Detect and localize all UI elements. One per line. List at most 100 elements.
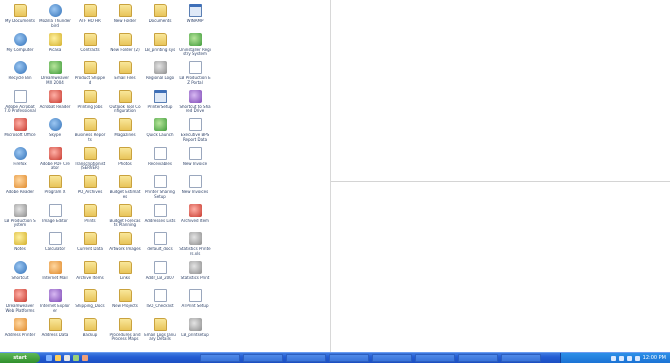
desktop-icon[interactable]: PrinterSetup	[144, 88, 176, 118]
desktop-icon[interactable]: ATPrint Setup	[179, 287, 211, 317]
desktop-icon[interactable]: Procedures and Process Maps	[109, 316, 141, 346]
desktop-icon[interactable]: Calculator	[39, 230, 71, 260]
desktop-panel: My Documents Mozilla Thunderbird ATF HO HR…	[0, 0, 331, 352]
desktop-icon[interactable]: Links	[109, 259, 141, 289]
tray-icon[interactable]	[618, 355, 624, 361]
desktop-icon[interactable]: Transcriptionist (SERVER)	[74, 145, 106, 175]
desktop-icon[interactable]: Printer Sharing Setup	[144, 173, 176, 203]
quick-launch-mail-icon[interactable]	[82, 355, 88, 361]
desktop-icon[interactable]: Acrobat Reader	[39, 88, 71, 118]
desktop-icon[interactable]: Magazines	[109, 116, 141, 146]
desktop-icon[interactable]: Address Data	[39, 316, 71, 346]
desktop-icon[interactable]: default_docs	[144, 230, 176, 260]
desktop-icon[interactable]: Regional Logo	[144, 59, 176, 89]
desktop-icon[interactable]: Shipping_Docs	[74, 287, 106, 317]
app-blue-icon	[48, 118, 62, 131]
desktop-icon[interactable]: Backup	[74, 316, 106, 346]
desktop-icon[interactable]: PO_Archives	[74, 173, 106, 203]
taskbar-button[interactable]	[286, 354, 326, 362]
tray-icon[interactable]	[626, 355, 632, 361]
desktop-icon[interactable]: Printing Jobs	[74, 88, 106, 118]
desktop-icon[interactable]: Mozilla Thunderbird	[39, 2, 71, 32]
desktop-icon[interactable]: Archived Item	[179, 202, 211, 232]
desktop-icon[interactable]: New Invoices	[179, 173, 211, 203]
desktop-icon[interactable]: Dreamweaver Web Platforms	[4, 287, 36, 317]
desktop-icon[interactable]: Business Reports	[74, 116, 106, 146]
desktop-icon[interactable]: Uninstaller Registry System	[179, 31, 211, 61]
taskbar-button[interactable]	[372, 354, 412, 362]
desktop-icon[interactable]: Skype	[39, 116, 71, 146]
folder-icon	[83, 289, 97, 302]
desktop-icon[interactable]: LB_printsetup	[179, 316, 211, 346]
desktop-icon[interactable]: Documents	[144, 2, 176, 32]
desktop-icon[interactable]: Addresses Lists	[144, 202, 176, 232]
desktop-icon[interactable]: WINAMP	[179, 2, 211, 32]
quick-launch-folder-icon[interactable]	[55, 355, 61, 361]
desktop-icon[interactable]: Receivables	[144, 145, 176, 175]
desktop-icon[interactable]: Budget Estimates	[109, 173, 141, 203]
folder-icon	[83, 32, 97, 46]
desktop-icon[interactable]: LB Production EZ Portal	[179, 59, 211, 89]
tray-icon[interactable]	[610, 355, 616, 361]
desktop-icon[interactable]: Internet Explorer	[39, 287, 71, 317]
desktop-icon[interactable]: LB Production System	[4, 202, 36, 232]
desktop-icon[interactable]: Shortcut	[4, 259, 36, 289]
desktop-icon[interactable]: Microsoft Office	[4, 116, 36, 146]
desktop-icon[interactable]: New Invoice	[179, 145, 211, 175]
desktop-icon[interactable]: Addr_LB_2007	[144, 259, 176, 289]
desktop-icon[interactable]: Outlook Tool Configuration	[109, 88, 141, 118]
desktop-icon[interactable]: Recycle Bin	[4, 59, 36, 89]
start-button[interactable]: start	[0, 353, 40, 363]
desktop-icon[interactable]: Image Editor	[39, 202, 71, 232]
desktop-icon[interactable]: ATF HO HR	[74, 2, 106, 32]
desktop-icon[interactable]: New Folder (2)	[109, 31, 141, 61]
desktop-icon[interactable]: Current Data	[74, 230, 106, 260]
taskbar-button[interactable]	[415, 354, 455, 362]
desktop-icon[interactable]: Prints	[74, 202, 106, 232]
desktop-icon-label: LB_printsetup	[181, 332, 209, 337]
desktop-icon[interactable]: Budget Forecasts Planning	[109, 202, 141, 232]
desktop-icon[interactable]: New Projects	[109, 287, 141, 317]
taskbar-button[interactable]	[458, 354, 498, 362]
taskbar-buttons	[200, 354, 541, 362]
desktop-icon[interactable]: Dreamweaver MX 2004	[39, 59, 71, 89]
app-orange-icon	[48, 260, 62, 274]
desktop-icon[interactable]: Shortcut to Shared Drive	[179, 88, 211, 118]
desktop-icon[interactable]: My Computer	[4, 31, 36, 61]
desktop-icon[interactable]: Contracts	[74, 31, 106, 61]
desktop-icon[interactable]: Firefox	[4, 145, 36, 175]
taskbar-button[interactable]	[243, 354, 283, 362]
desktop-icon[interactable]: Adobe PDF Creator	[39, 145, 71, 175]
taskbar-button[interactable]	[329, 354, 369, 362]
desktop-icon[interactable]: Statistics Print	[179, 259, 211, 289]
desktop-icon[interactable]: My Documents	[4, 2, 36, 32]
desktop-icon[interactable]: Archive Items	[74, 259, 106, 289]
desktop-icon[interactable]: Adobe Reader	[4, 173, 36, 203]
desktop-icon[interactable]: Product Shipped	[74, 59, 106, 89]
desktop-icon[interactable]: LB_printing sys	[144, 31, 176, 61]
taskbar-button[interactable]	[501, 354, 541, 362]
quick-launch-desktop-icon[interactable]	[64, 355, 70, 361]
desktop-icon-label: Product Shipped	[74, 76, 106, 85]
quick-launch-app-icon[interactable]	[73, 355, 79, 361]
desktop-icon[interactable]: Photos	[109, 145, 141, 175]
desktop-icon[interactable]: Executive BPS Report Data	[179, 116, 211, 146]
app-blue-icon	[13, 61, 27, 74]
desktop-icon[interactable]: Quick Launch	[144, 116, 176, 146]
desktop-icon[interactable]: Picasa	[39, 31, 71, 61]
desktop-icon[interactable]: Email Files	[109, 59, 141, 89]
desktop-icon[interactable]: ISO_Checklist	[144, 287, 176, 317]
desktop-icon[interactable]: Artwork Images	[109, 230, 141, 260]
app-yellow-icon	[48, 32, 62, 46]
desktop-icon[interactable]: Email Logs January Details	[144, 316, 176, 346]
desktop-icon[interactable]: Adobe Acrobat 7.0 Professional	[4, 88, 36, 118]
quick-launch-ie-icon[interactable]	[46, 355, 52, 361]
taskbar-button[interactable]	[200, 354, 240, 362]
desktop-icon[interactable]: Address Printer	[4, 316, 36, 346]
tray-icon[interactable]	[634, 355, 640, 361]
desktop-icon[interactable]: Statistics Printers.xls	[179, 230, 211, 260]
desktop-icon[interactable]: New Folder	[109, 2, 141, 32]
desktop-icon[interactable]: Program X	[39, 173, 71, 203]
desktop-icon[interactable]: Notes	[4, 230, 36, 260]
desktop-icon[interactable]: Internet Mail	[39, 259, 71, 289]
